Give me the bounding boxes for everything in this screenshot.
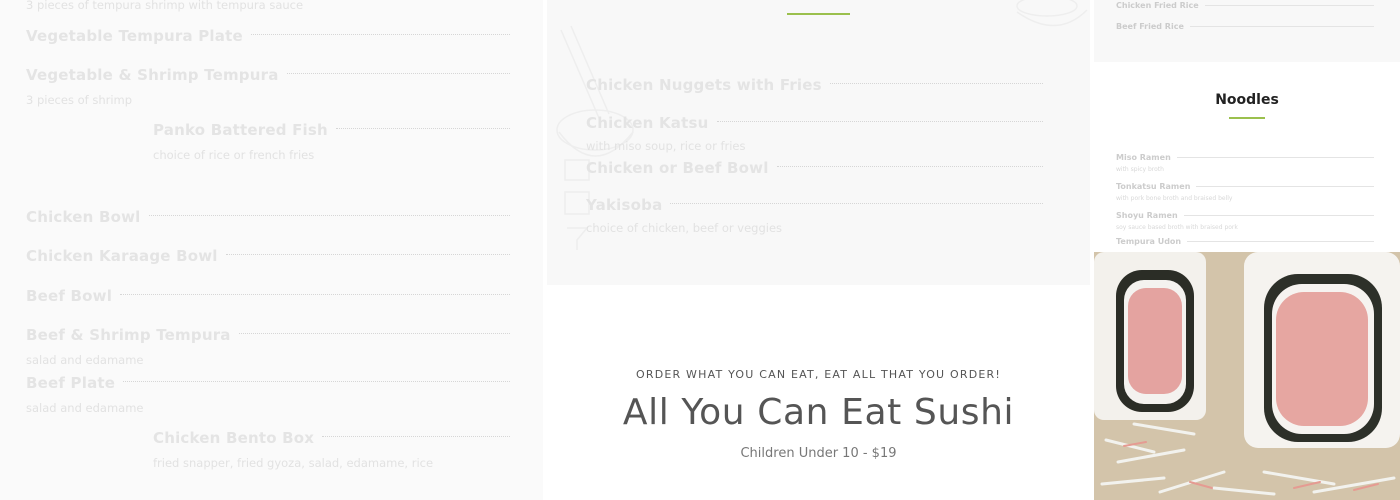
menu-item-name: Yakisoba — [586, 196, 663, 214]
menu-item-desc: salad and edamame — [26, 353, 144, 367]
menu-item-name: Chicken Nuggets with Fries — [586, 76, 822, 94]
right-column: Chicken Fried Rice Beef Fried Rice Noodl… — [1094, 0, 1400, 500]
menu-item: Vegetable Tempura Plate — [26, 27, 510, 45]
menu-item-name: Chicken Bento Box — [153, 429, 315, 447]
menu-item-name: Chicken Fried Rice — [1116, 1, 1199, 10]
menu-item-desc: with spicy broth — [1116, 166, 1164, 173]
menu-item: Chicken Bento Box — [153, 429, 510, 447]
menu-item-desc: with miso soup, rice or fries — [586, 139, 746, 153]
menu-item-desc: salad and edamame — [26, 401, 144, 415]
partial-item-desc: 3 pieces of tempura shrimp with tempura … — [26, 0, 304, 12]
menu-item-name: Chicken Katsu — [586, 114, 709, 132]
menu-item-desc: with pork bone broth and braised belly — [1116, 195, 1233, 202]
menu-item-name: Shoyu Ramen — [1116, 211, 1178, 220]
menu-item: Chicken Nuggets with Fries — [586, 76, 1043, 94]
section-title: Noodles — [1215, 92, 1279, 108]
sushi-photo — [1094, 252, 1400, 500]
left-menu-column: 3 pieces of tempura shrimp with tempura … — [0, 0, 543, 500]
menu-item: Chicken Katsu — [586, 114, 1043, 132]
menu-item-name: Miso Ramen — [1116, 153, 1171, 162]
menu-item: Tempura Udon — [1116, 237, 1374, 246]
kids-menu-section: Chicken Nuggets with Fries Chicken Katsu… — [547, 0, 1090, 285]
menu-item: Chicken or Beef Bowl — [586, 159, 1043, 177]
menu-item-desc: 3 pieces of shrimp — [26, 93, 133, 107]
menu-item-desc: choice of rice or french fries — [153, 148, 315, 162]
rice-menu-section: Chicken Fried Rice Beef Fried Rice — [1094, 0, 1400, 62]
menu-item: Panko Battered Fish — [153, 121, 510, 139]
promo-tagline: ORDER WHAT YOU CAN EAT, EAT ALL THAT YOU… — [636, 368, 1001, 381]
menu-item-name: Beef Plate — [26, 374, 116, 392]
section-title-underline — [787, 13, 850, 15]
menu-item: Vegetable & Shrimp Tempura — [26, 66, 510, 84]
menu-item-name: Chicken Karaage Bowl — [26, 247, 218, 265]
menu-item-name: Beef & Shrimp Tempura — [26, 326, 231, 344]
menu-item-desc: choice of chicken, beef or veggies — [586, 221, 783, 235]
menu-item-name: Tonkatsu Ramen — [1116, 182, 1191, 191]
menu-item: Beef & Shrimp Tempura — [26, 326, 510, 344]
menu-item: Tonkatsu Ramen — [1116, 182, 1374, 191]
promo-title: All You Can Eat Sushi — [622, 392, 1015, 433]
menu-item: Beef Bowl — [26, 287, 510, 305]
menu-item-name: Chicken Bowl — [26, 208, 141, 226]
menu-item-name: Tempura Udon — [1116, 237, 1182, 246]
menu-item-name: Chicken or Beef Bowl — [586, 159, 769, 177]
promo-subtitle: Children Under 10 - $19 — [740, 446, 897, 461]
menu-item: Chicken Karaage Bowl — [26, 247, 510, 265]
section-title-underline — [1229, 117, 1265, 119]
menu-item-name: Beef Fried Rice — [1116, 22, 1184, 31]
menu-item-desc: fried snapper, fried gyoza, salad, edama… — [153, 456, 434, 470]
menu-item-desc: soy sauce based broth with braised pork — [1116, 224, 1238, 231]
menu-item: Beef Plate — [26, 374, 510, 392]
middle-column: Chicken Nuggets with Fries Chicken Katsu… — [547, 0, 1090, 500]
menu-item: Beef Fried Rice — [1116, 22, 1374, 31]
menu-item-name: Panko Battered Fish — [153, 121, 328, 139]
menu-item-name: Vegetable & Shrimp Tempura — [26, 66, 279, 84]
menu-item: Chicken Bowl — [26, 208, 510, 226]
menu-item: Yakisoba — [586, 196, 1043, 214]
menu-item: Shoyu Ramen — [1116, 211, 1374, 220]
menu-item-name: Beef Bowl — [26, 287, 113, 305]
menu-item: Miso Ramen — [1116, 153, 1374, 162]
menu-item: Chicken Fried Rice — [1116, 1, 1374, 10]
menu-item-name: Vegetable Tempura Plate — [26, 27, 243, 45]
